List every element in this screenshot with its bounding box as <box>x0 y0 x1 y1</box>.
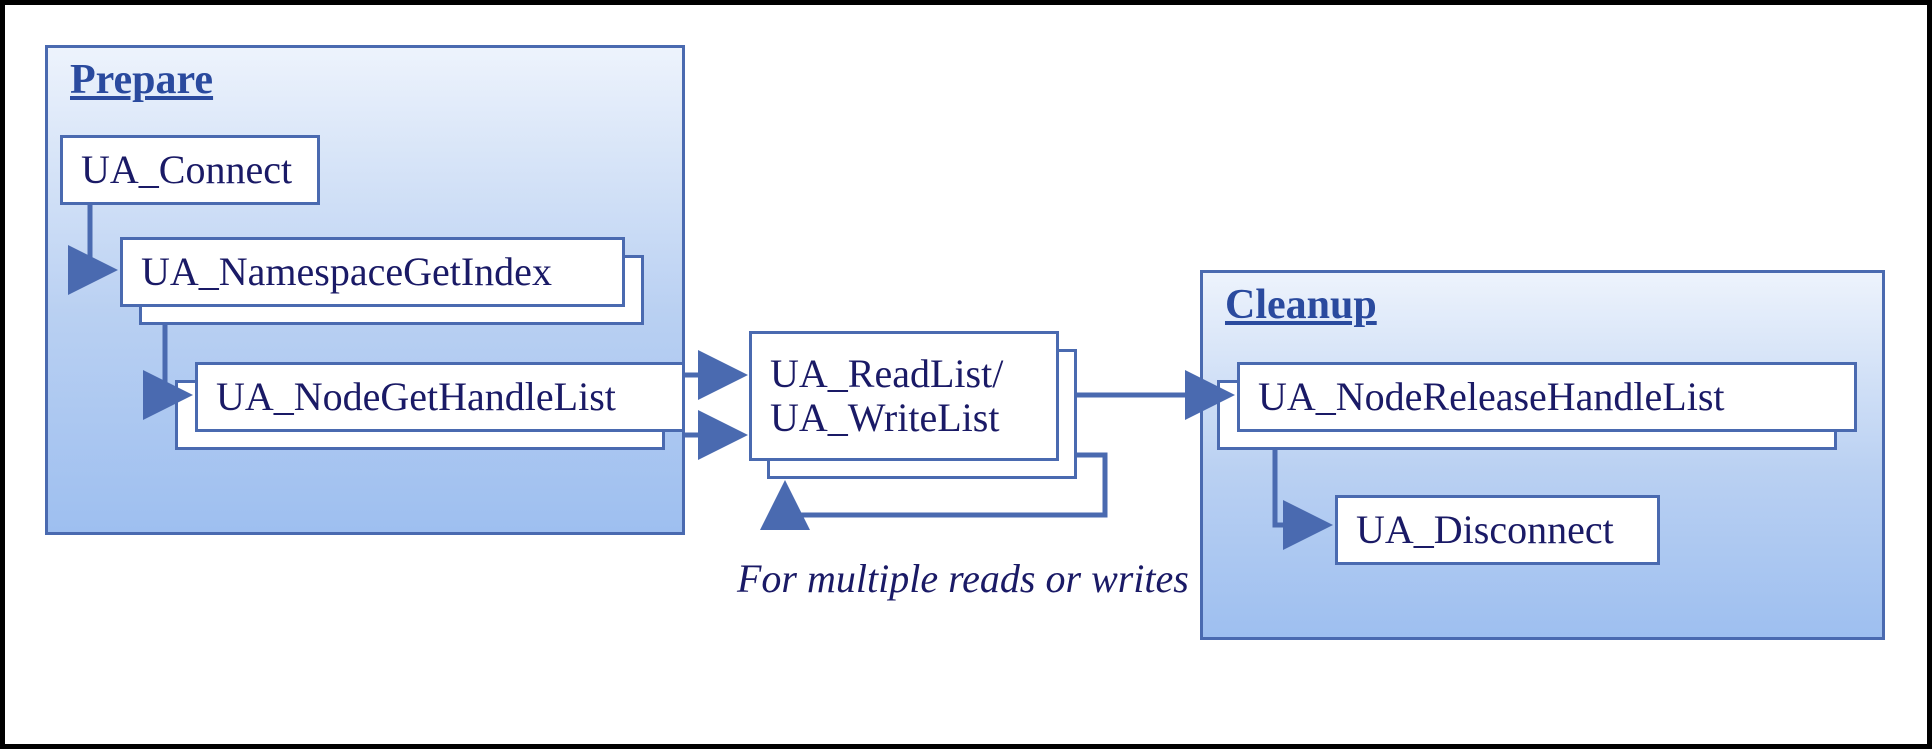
box-ua-connect: UA_Connect <box>60 135 320 205</box>
caption-multiple-reads-writes: For multiple reads or writes <box>737 555 1189 602</box>
writelist-label: UA_WriteList <box>770 395 999 440</box>
cleanup-title: Cleanup <box>1225 281 1377 329</box>
box-ua-node-release-handle-list: UA_NodeReleaseHandleList <box>1237 362 1857 432</box>
box-ua-namespace-get-index: UA_NamespaceGetIndex <box>120 237 625 307</box>
box-ua-readwrite: UA_ReadList/ UA_WriteList <box>749 331 1059 461</box>
diagram-canvas: Prepare UA_Connect UA_NamespaceGetIndex … <box>0 0 1932 749</box>
cleanup-panel: Cleanup <box>1200 270 1885 640</box>
box-ua-disconnect: UA_Disconnect <box>1335 495 1660 565</box>
box-ua-node-get-handle-list: UA_NodeGetHandleList <box>195 362 685 432</box>
prepare-title: Prepare <box>70 56 213 104</box>
readlist-label: UA_ReadList/ <box>770 351 1003 396</box>
